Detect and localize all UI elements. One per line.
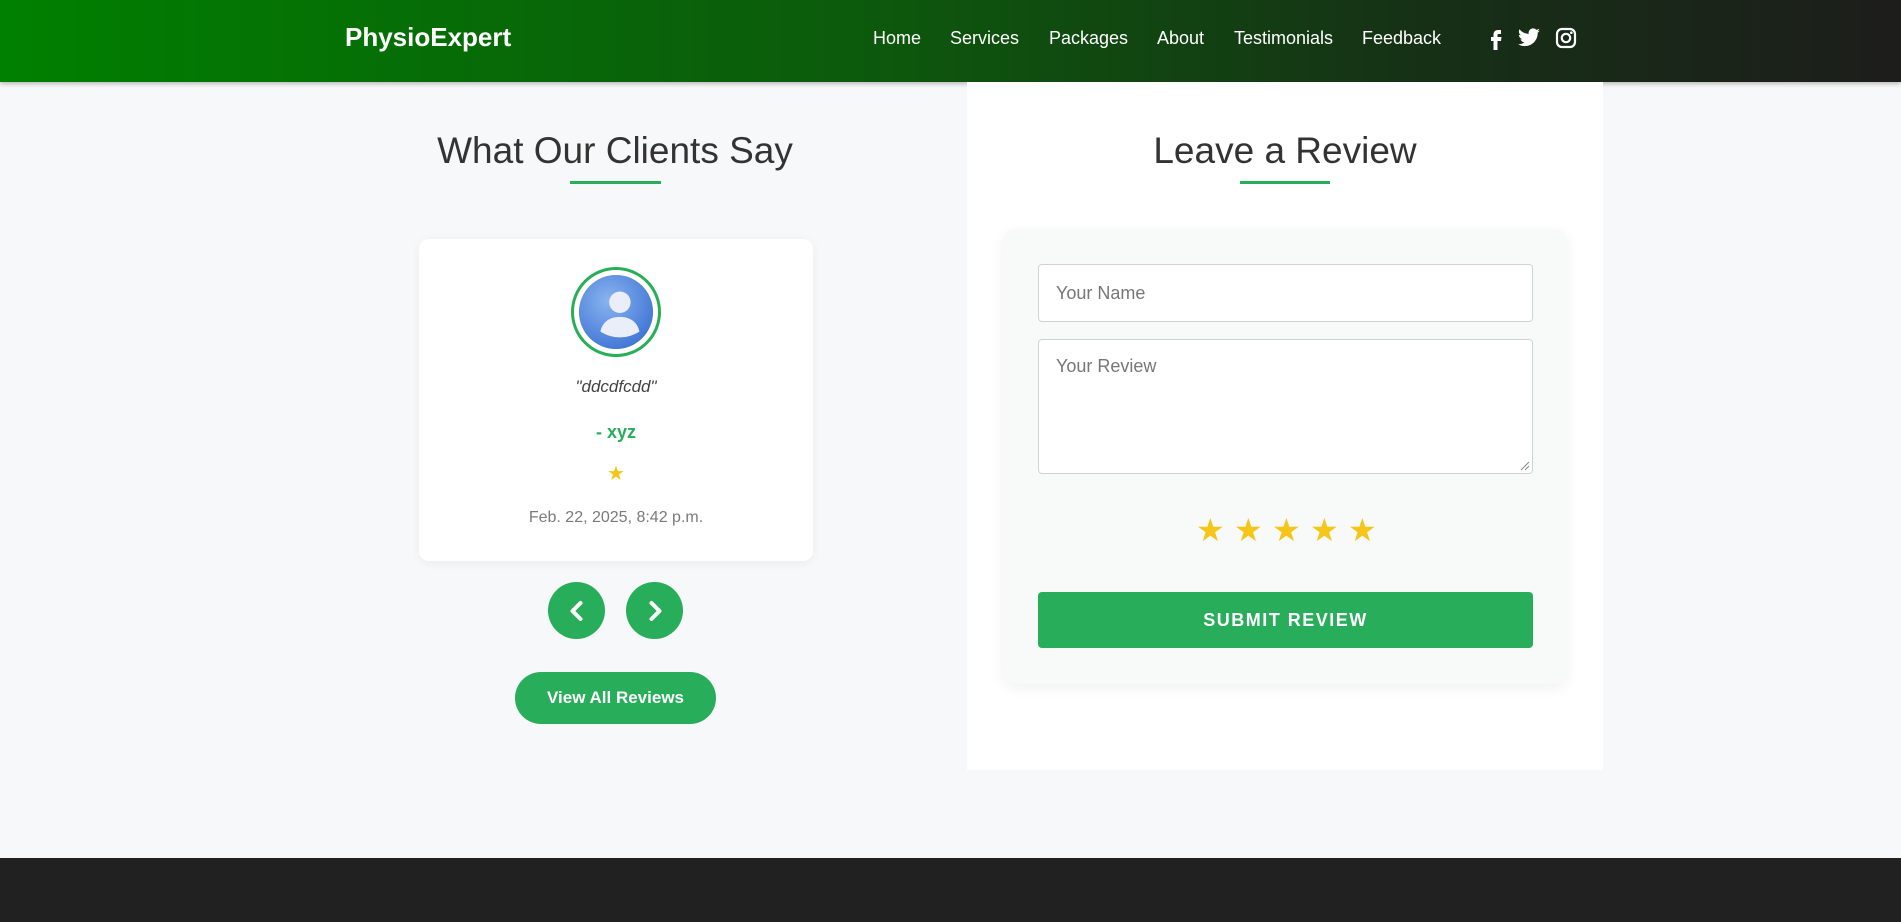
review-form-title: Leave a Review [1153,130,1417,171]
testimonial-rating-stars: ★ [607,463,625,485]
title-underline [1240,181,1330,184]
review-textarea[interactable]: Your Review [1038,339,1533,474]
name-input[interactable]: Your Name [1038,264,1533,322]
testimonial-card: "ddcdfcdd" - xyz ★ Feb. 22, 2025, 8:42 p… [419,239,813,561]
chevron-left-icon [570,600,582,621]
view-all-reviews-button[interactable]: View All Reviews [515,672,716,724]
chevron-right-icon [649,600,661,621]
testimonials-title: What Our Clients Say [437,130,793,171]
next-testimonial-button[interactable] [626,582,683,639]
testimonial-author: - xyz [595,422,637,442]
submit-review-button[interactable]: SUBMIT REVIEW [1038,592,1533,648]
title-underline [570,181,661,184]
rating-star-1[interactable]: ★ [1196,514,1225,546]
nav-about[interactable]: About [1157,28,1204,49]
nav-feedback[interactable]: Feedback [1362,28,1441,49]
nav-home[interactable]: Home [873,28,921,49]
user-avatar-icon [578,274,654,350]
nav-testimonials[interactable]: Testimonials [1234,28,1333,49]
instagram-icon[interactable] [1554,26,1578,50]
nav-menu: Home Services Packages About Testimonial… [0,28,1901,58]
nav-packages[interactable]: Packages [1049,28,1128,49]
testimonial-quote: "ddcdfcdd" [575,377,657,396]
prev-testimonial-button[interactable] [548,582,605,639]
top-navbar: PhysioExpert Home Services Packages Abou… [0,0,1901,82]
rating-star-3[interactable]: ★ [1272,514,1301,546]
nav-services[interactable]: Services [950,28,1019,49]
facebook-icon[interactable] [1484,26,1508,50]
avatar [571,267,661,357]
rating-star-5[interactable]: ★ [1348,514,1377,546]
rating-star-4[interactable]: ★ [1310,514,1339,546]
testimonial-date: Feb. 22, 2025, 8:42 p.m. [528,509,704,526]
twitter-icon[interactable] [1517,26,1541,50]
resize-handle-icon[interactable] [1520,461,1530,471]
footer [0,858,1901,922]
rating-star-2[interactable]: ★ [1234,514,1263,546]
